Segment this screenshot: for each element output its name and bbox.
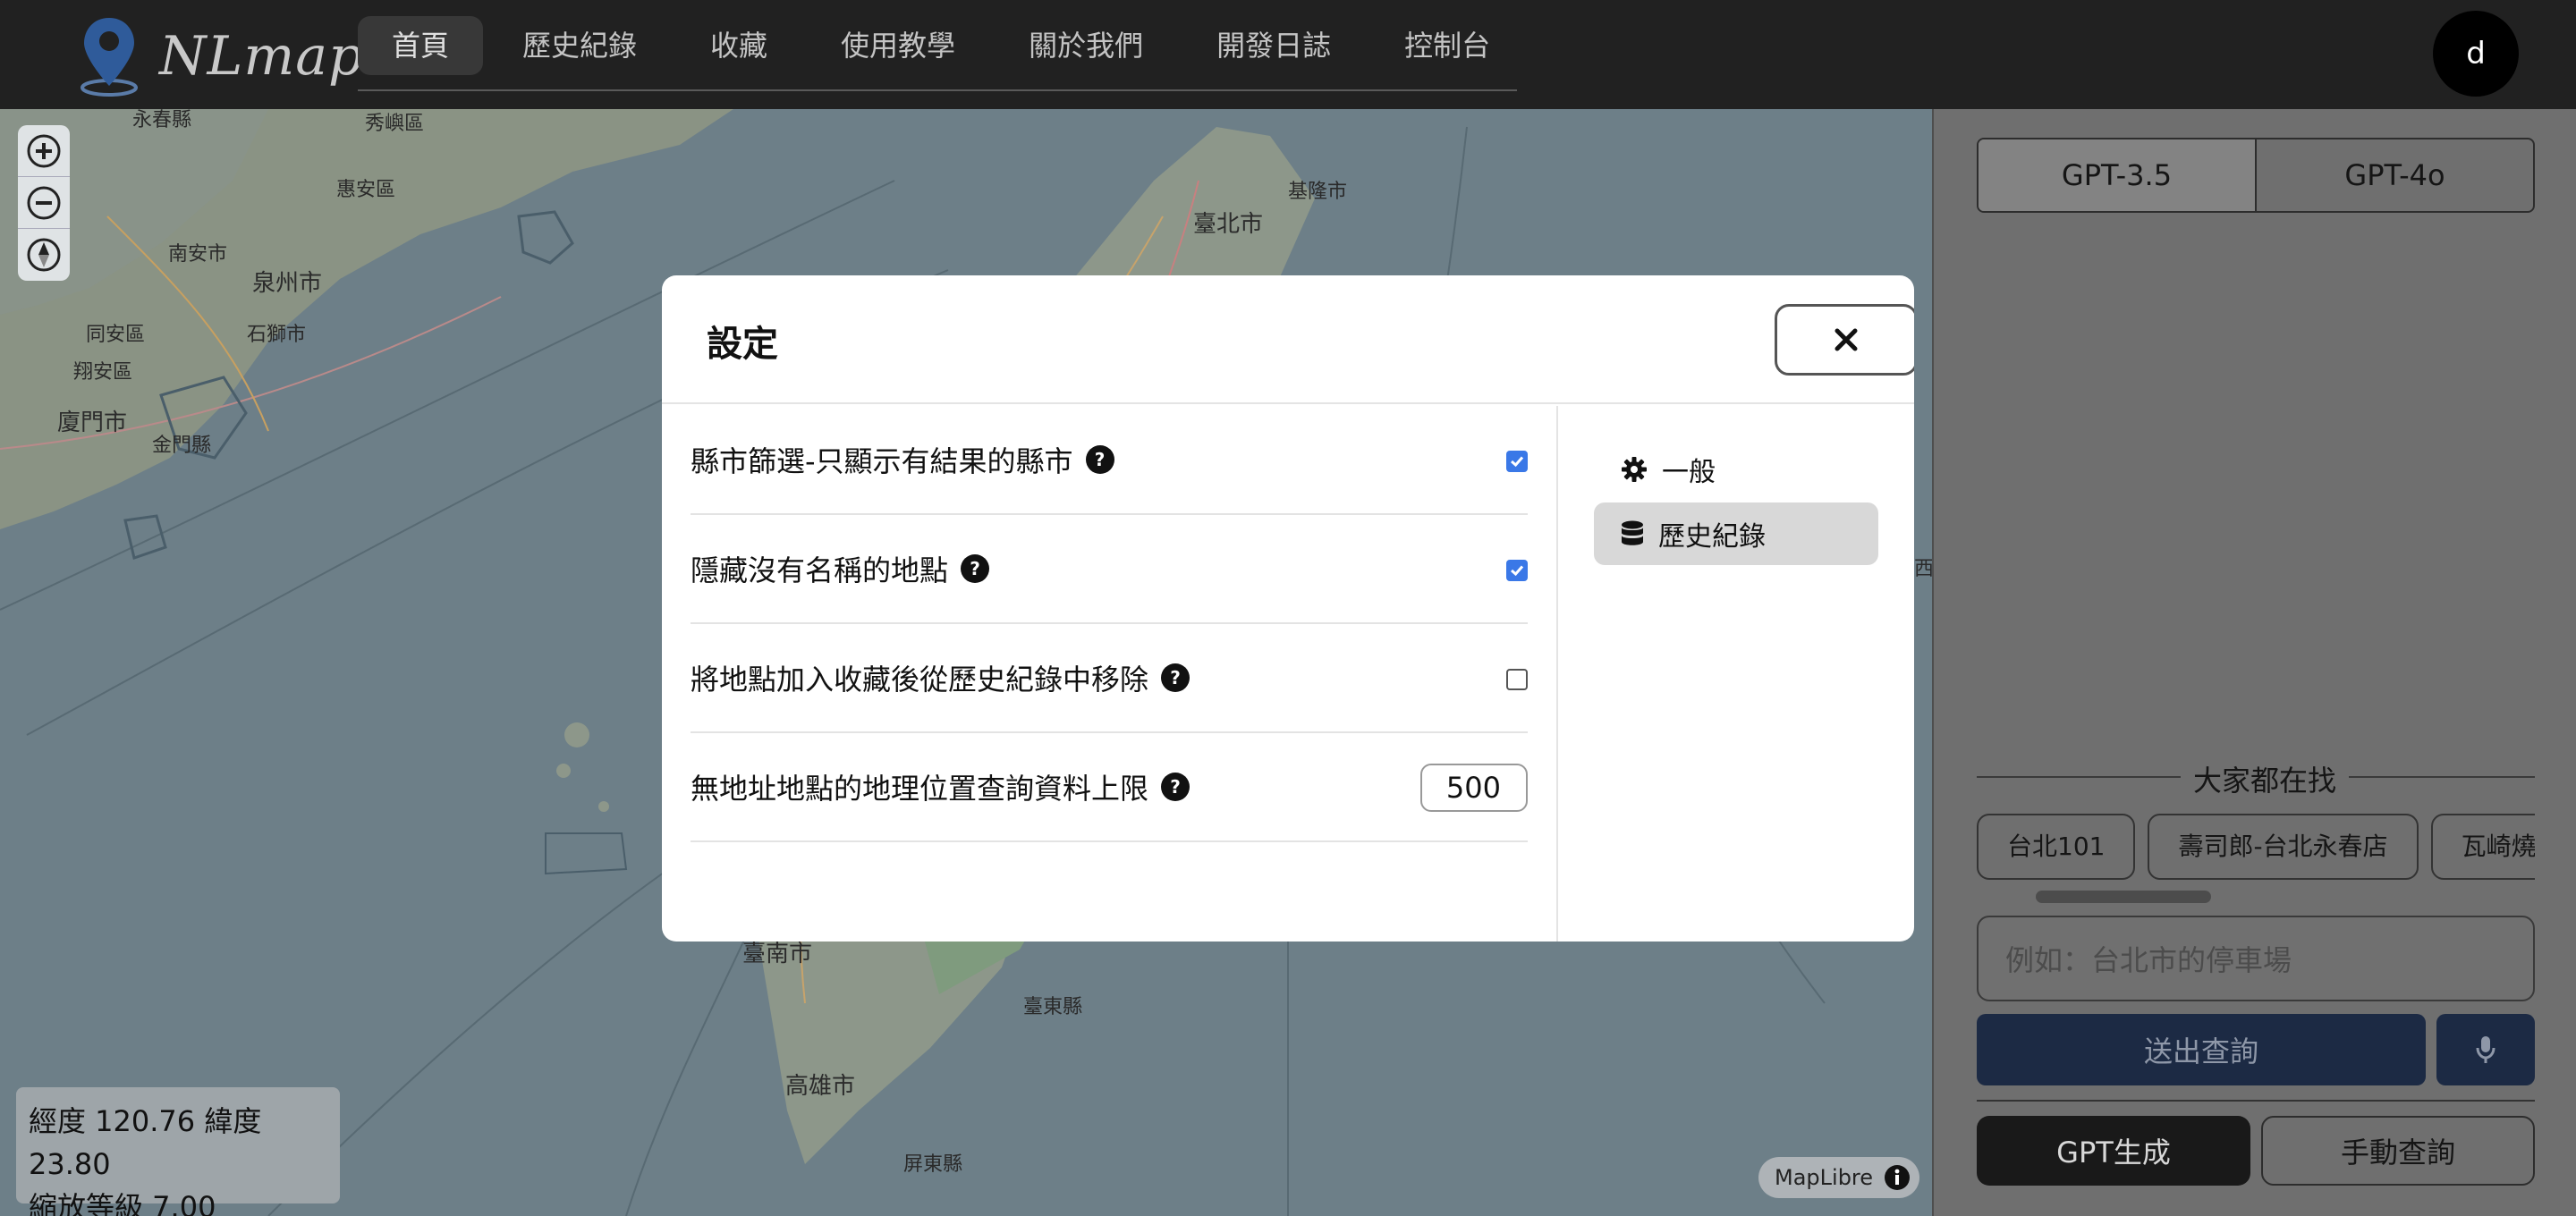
settings-side-menu: 一般 歷史紀錄 [1594,438,1878,567]
help-icon[interactable]: ? [961,554,990,583]
setting-label: 將地點加入收藏後從歷史紀錄中移除 ? [691,657,1191,698]
close-icon [1835,328,1858,351]
setting-label-text: 隱藏沒有名稱的地點 [691,553,949,587]
setting-label-text: 縣市篩選-只顯示有結果的縣市 [691,444,1073,478]
setting-row-filter-counties: 縣市篩選-只顯示有結果的縣市 ? [691,406,1528,515]
modal-vertical-divider [1556,406,1558,942]
setting-label: 隱藏沒有名稱的地點 ? [691,548,990,589]
gear-icon [1622,457,1647,482]
hide-unnamed-checkbox[interactable] [1506,560,1528,581]
side-menu-label: 歷史紀錄 [1658,521,1766,553]
settings-list: 縣市篩選-只顯示有結果的縣市 ? 隱藏沒有名稱的地點 ? 將地點加入收藏後從歷史… [691,406,1528,842]
setting-label: 縣市篩選-只顯示有結果的縣市 ? [691,439,1114,480]
side-menu-general[interactable]: 一般 [1594,438,1878,501]
modal-header: 設定 [662,275,1914,404]
settings-modal: 設定 縣市篩選-只顯示有結果的縣市 ? 隱藏沒有名稱的地點 ? 將地點加入收藏後… [662,275,1914,942]
database-icon [1622,520,1643,545]
side-menu-history[interactable]: 歷史紀錄 [1594,502,1878,565]
setting-row-hide-unnamed: 隱藏沒有名稱的地點 ? [691,515,1528,624]
check-icon [1511,565,1524,577]
geocode-limit-input[interactable]: 500 [1420,764,1528,812]
side-menu-label: 一般 [1662,457,1716,488]
setting-row-remove-from-history: 將地點加入收藏後從歷史紀錄中移除 ? [691,624,1528,733]
setting-row-geocode-limit: 無地址地點的地理位置查詢資料上限 ? 500 [691,733,1528,842]
filter-counties-checkbox[interactable] [1506,451,1528,472]
modal-body: 縣市篩選-只顯示有結果的縣市 ? 隱藏沒有名稱的地點 ? 將地點加入收藏後從歷史… [662,406,1914,942]
remove-from-history-checkbox[interactable] [1506,669,1528,690]
check-icon [1511,456,1524,468]
help-icon[interactable]: ? [1085,445,1114,474]
setting-label: 無地址地點的地理位置查詢資料上限 ? [691,766,1191,807]
close-button[interactable] [1775,304,1914,376]
help-icon[interactable]: ? [1161,663,1191,692]
modal-title: 設定 [707,324,778,365]
setting-label-text: 將地點加入收藏後從歷史紀錄中移除 [691,663,1149,697]
help-icon[interactable]: ? [1161,773,1191,801]
setting-label-text: 無地址地點的地理位置查詢資料上限 [691,772,1149,806]
